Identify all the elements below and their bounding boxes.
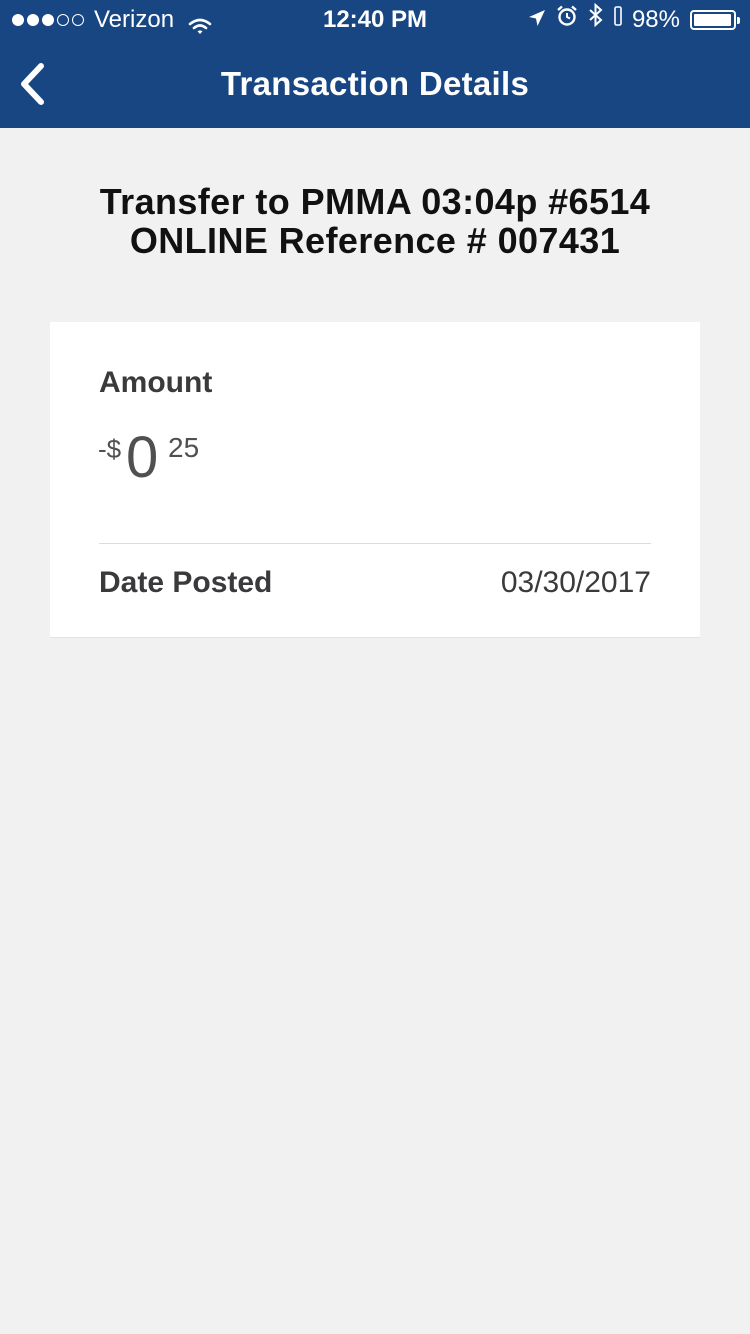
alarm-icon [556,0,578,40]
battery-indicator-small-icon [614,0,622,40]
transaction-title-line2: ONLINE Reference # 007431 [129,220,621,261]
date-posted-value: 03/30/2017 [500,566,651,599]
transaction-details-card: Amount -$ 0 25 Date Posted 03/30/2017 [50,322,700,638]
amount-sign: -$ [98,434,122,464]
battery-icon [690,10,740,30]
status-right: 98% [528,0,740,40]
nav-bar: Transaction Details [0,40,750,128]
app-header: Verizon 12:40 PM 98% Transaction Details [0,0,750,128]
divider [99,543,651,544]
amount-label: Amount [99,366,213,399]
amount-cents: 25 [168,432,200,463]
location-arrow-icon [528,0,546,40]
status-bar: Verizon 12:40 PM 98% [0,0,750,40]
bluetooth-icon [588,0,604,40]
transaction-title-line1: Transfer to PMMA 03:04p #6514 [99,181,651,222]
battery-percent: 98% [631,6,680,33]
date-posted-label: Date Posted [99,566,273,599]
amount-whole: 0 [126,425,159,490]
transaction-description: Transfer to PMMA 03:04p #6514 ONLINE Ref… [0,182,750,260]
page-title: Transaction Details [220,65,530,102]
